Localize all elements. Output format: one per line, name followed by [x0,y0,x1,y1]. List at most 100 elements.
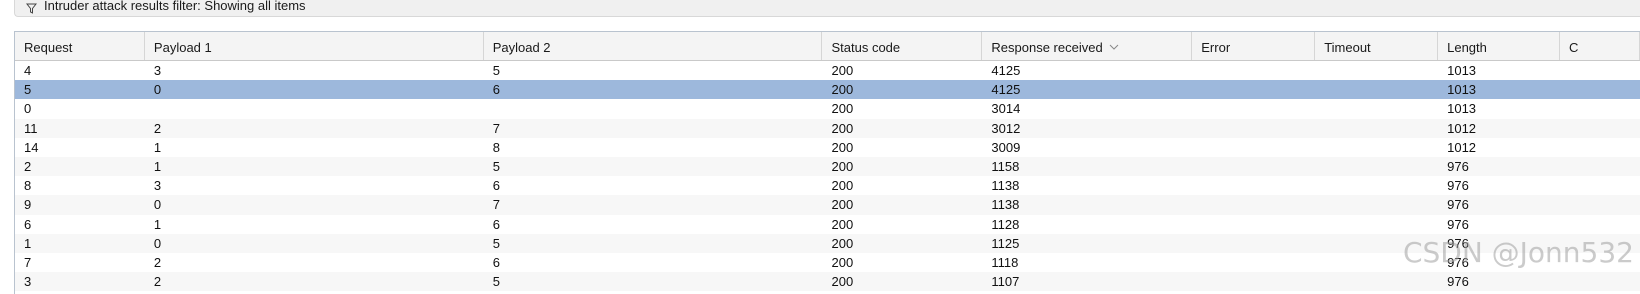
table-cell: 976 [1447,254,1469,270]
column-header-status-code[interactable]: Status code [822,32,983,60]
table-cell: 200 [831,139,854,155]
table-cell: 1013 [1447,82,1477,98]
table-cell: 7 [492,197,500,213]
column-header-label: Status code [831,39,901,55]
table-cell: 976 [1447,235,1469,251]
column-header-c[interactable]: C [1560,32,1640,60]
table-cell: 1107 [991,274,1020,290]
table-cell: 200 [831,216,854,232]
table-row[interactable]: 3 2 5 200 1107 976 [15,272,1640,292]
table-cell [1560,80,1640,99]
table-cell: 0 [153,197,162,213]
table-cell: 200 [831,235,854,251]
table-cell: 1125 [991,235,1020,251]
table-cell: 6 [492,254,500,270]
column-header-request[interactable]: Request [15,32,145,60]
table-cell: 5 [492,158,500,174]
table-cell: 5 [492,274,500,290]
table-cell [1560,119,1640,138]
table-cell: 3 [153,63,162,78]
table-cell [1192,215,1315,234]
table-cell [1560,61,1640,80]
column-header-label: Payload 1 [153,39,212,55]
table-row[interactable]: 8 3 6 200 1138 976 [15,176,1640,196]
table-cell [1192,234,1315,253]
results-table[interactable]: Request Payload 1 Payload 2 Status code … [14,31,1640,294]
filter-bar-text: Intruder attack results filter: Showing … [44,0,306,13]
table-cell: 200 [831,101,854,117]
table-cell: 1118 [991,254,1019,270]
table-cell: 976 [1447,274,1469,290]
table-cell: 1 [153,139,162,155]
table-cell: 4125 [991,63,1021,78]
table-row[interactable]: 9 0 7 200 1138 976 [15,195,1640,215]
table-cell [1315,157,1438,176]
table-cell [1560,234,1640,253]
table-cell [1560,253,1640,272]
table-cell: 6 [492,216,500,232]
table-cell: 1 [153,216,162,232]
table-cell [1192,176,1315,195]
table-cell [1192,138,1315,157]
table-row[interactable]: 4 3 5 200 4125 1013 [15,61,1640,81]
table-cell: 200 [831,82,854,98]
table-cell: 4125 [991,82,1021,98]
table-row[interactable]: 1 0 5 200 1125 976 [15,233,1640,253]
table-row[interactable]: 5 0 6 200 4125 1013 [15,80,1640,100]
table-row[interactable]: 2 1 5 200 1158 976 [15,156,1640,177]
table-cell: 976 [1447,197,1469,213]
table-row[interactable]: 14 1 8 200 3009 1012 [15,137,1640,157]
table-cell [1315,234,1438,253]
table-cell [1560,99,1640,118]
column-header-label: Length [1447,39,1487,55]
table-cell: 5 [24,82,32,98]
table-cell: 5 [492,63,500,78]
table-cell [1560,157,1640,176]
table-row[interactable]: 6 1 6 200 1128 976 [15,214,1640,234]
table-header: Request Payload 1 Payload 2 Status code … [15,32,1640,61]
column-header-label: Timeout [1324,39,1371,55]
table-cell: 976 [1447,216,1469,232]
table-cell: 1128 [991,216,1020,232]
column-header-timeout[interactable]: Timeout [1315,32,1439,60]
table-cell: 200 [831,63,854,78]
column-header-payload-1[interactable]: Payload 1 [145,32,484,60]
column-header-length[interactable]: Length [1438,32,1561,60]
column-header-error[interactable]: Error [1192,32,1316,60]
column-header-label: Payload 2 [492,39,551,55]
table-cell: 14 [24,139,39,155]
column-header-payload-2[interactable]: Payload 2 [484,32,823,60]
table-cell: 200 [831,178,854,194]
table-cell: 1138 [991,197,1020,213]
table-cell: 2 [153,120,162,136]
table-cell: 8 [492,139,500,155]
table-cell [1560,272,1640,291]
table-cell: 1012 [1447,120,1477,136]
table-cell: 0 [153,235,162,251]
column-header-response-received[interactable]: Response received [982,32,1193,60]
table-cell [1315,215,1438,234]
table-cell [1192,99,1315,118]
table-cell: 1 [24,235,32,251]
table-cell: 6 [24,216,32,232]
table-cell: 3 [153,178,162,194]
table-cell [1315,80,1438,99]
table-cell: 4 [24,63,32,78]
table-cell: 1013 [1447,63,1477,78]
column-header-label: Request [24,39,73,55]
table-cell: 1013 [1447,101,1477,117]
filter-bar[interactable]: Intruder attack results filter: Showing … [14,0,1640,17]
chevron-down-icon [1109,44,1119,50]
table-row[interactable]: 0 200 3014 1013 [15,99,1640,119]
table-cell: 1012 [1447,139,1477,155]
table-cell: 3012 [991,120,1021,136]
table-row[interactable]: 7 2 6 200 1118 976 [15,252,1640,273]
table-cell: 1158 [991,158,1020,174]
table-row[interactable]: 11 2 7 200 3012 1012 [15,118,1640,138]
table-cell [484,99,823,118]
column-header-label: Response received [991,39,1103,55]
table-cell [1560,195,1640,214]
table-cell [1192,253,1315,272]
table-cell [1315,272,1438,291]
table-cell [1315,176,1438,195]
